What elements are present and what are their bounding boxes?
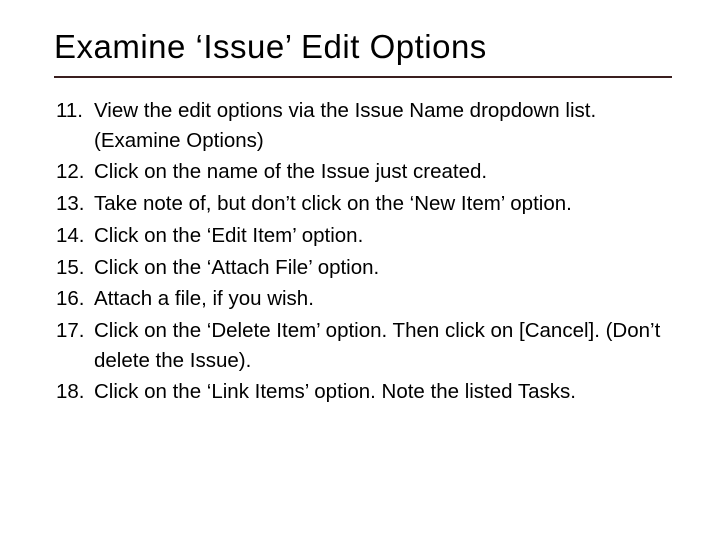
item-number: 15. [54, 253, 94, 283]
list-item: 15. Click on the ‘Attach File’ option. [54, 253, 672, 283]
item-text: Click on the ‘Attach File’ option. [94, 253, 672, 283]
item-text: Take note of, but don’t click on the ‘Ne… [94, 189, 672, 219]
list-item: 17. Click on the ‘Delete Item’ option. T… [54, 316, 672, 375]
list-item: 16. Attach a file, if you wish. [54, 284, 672, 314]
page-title: Examine ‘Issue’ Edit Options [54, 28, 672, 78]
list-item: 18. Click on the ‘Link Items’ option. No… [54, 377, 672, 407]
item-number: 18. [54, 377, 94, 407]
item-number: 17. [54, 316, 94, 375]
item-text: View the edit options via the Issue Name… [94, 96, 672, 155]
item-number: 11. [54, 96, 94, 155]
item-number: 16. [54, 284, 94, 314]
list-item: 13. Take note of, but don’t click on the… [54, 189, 672, 219]
list-item: 12. Click on the name of the Issue just … [54, 157, 672, 187]
list-item: 11. View the edit options via the Issue … [54, 96, 672, 155]
list-item: 14. Click on the ‘Edit Item’ option. [54, 221, 672, 251]
item-text: Click on the ‘Delete Item’ option. Then … [94, 316, 672, 375]
item-number: 12. [54, 157, 94, 187]
item-number: 14. [54, 221, 94, 251]
item-text: Attach a file, if you wish. [94, 284, 672, 314]
item-number: 13. [54, 189, 94, 219]
item-text: Click on the ‘Edit Item’ option. [94, 221, 672, 251]
item-text: Click on the ‘Link Items’ option. Note t… [94, 377, 672, 407]
instruction-list: 11. View the edit options via the Issue … [54, 96, 672, 407]
item-text: Click on the name of the Issue just crea… [94, 157, 672, 187]
